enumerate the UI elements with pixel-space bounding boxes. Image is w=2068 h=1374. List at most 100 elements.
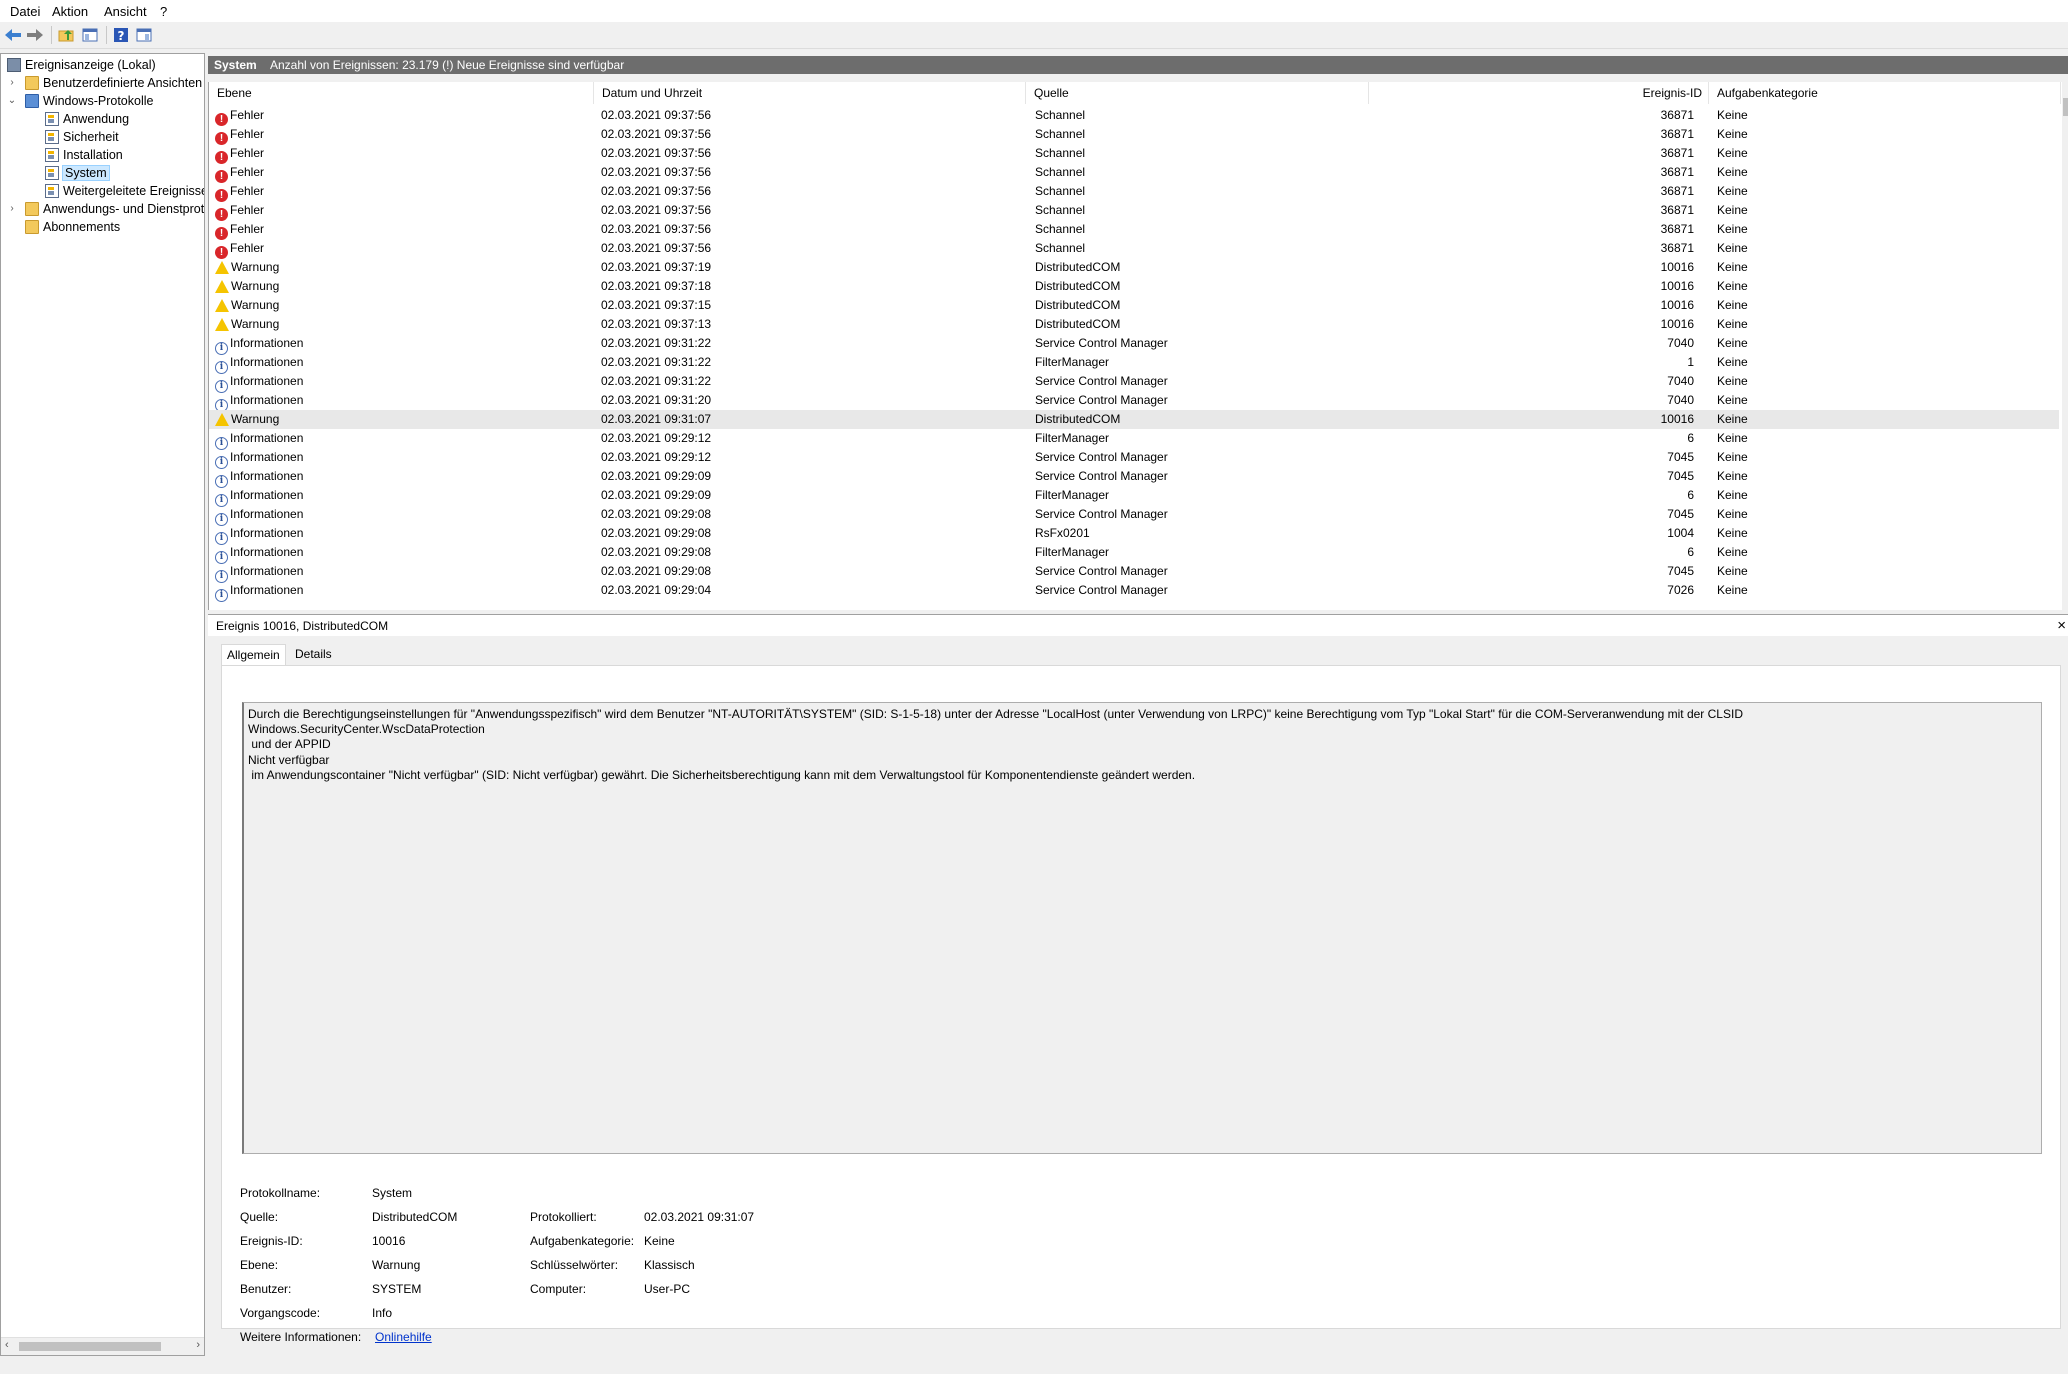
menu-datei[interactable]: Datei [10,4,40,19]
cell-level: i Informationen [215,486,303,507]
value-opcode: Info [372,1306,393,1320]
table-row[interactable]: i Informationen 02.03.2021 09:31:22 FilterM… [209,353,2059,374]
scroll-left-icon[interactable]: ‹ [5,1339,9,1351]
cell-source: DistributedCOM [1035,298,1121,312]
cell-level: ! Fehler [215,182,264,202]
scrollbar-thumb[interactable] [19,1342,161,1351]
forward-arrow-icon[interactable] [25,26,45,44]
cell-category: Keine [1717,564,1748,578]
table-row[interactable]: ! Fehler 02.03.2021 09:37:56 Schannel 36871 K… [209,182,2059,202]
tree-item-custom-views[interactable]: Benutzerdefinierte Ansichten [25,74,202,92]
cell-source: Service Control Manager [1035,450,1168,464]
cell-source: Schannel [1035,241,1086,255]
tree-item-root[interactable]: Ereignisanzeige (Lokal) [7,56,156,74]
level-text: Informationen [230,507,304,521]
cell-source: Service Control Manager [1035,507,1168,521]
value-event-id: 10016 [372,1234,406,1248]
column-header-level[interactable]: Ebene [209,82,594,104]
table-row[interactable]: Warnung 02.03.2021 09:31:07 DistributedCOM… [209,410,2059,429]
expand-icon[interactable]: › [7,74,17,92]
cell-datetime: 02.03.2021 09:29:12 [601,450,712,464]
column-header-source[interactable]: Quelle [1026,82,1369,104]
cell-category: Keine [1717,412,1748,426]
cell-category: Keine [1717,127,1748,141]
scrollbar-thumb[interactable] [2063,98,2068,116]
table-row[interactable]: ! Fehler 02.03.2021 09:37:56 Schannel 36871 K… [209,239,2059,259]
tree-horizontal-scrollbar[interactable]: ‹ › [1,1337,204,1355]
back-arrow-icon[interactable] [3,26,23,44]
level-text: Fehler [230,108,265,122]
table-row[interactable]: ! Fehler 02.03.2021 09:37:56 Schannel 36871 K… [209,201,2059,221]
tree-item-subscriptions[interactable]: Abonnements [25,218,120,236]
table-row[interactable]: ! Fehler 02.03.2021 09:37:56 Schannel 36871 K… [209,125,2059,145]
column-header-event-id[interactable]: Ereignis-ID [1369,82,1709,104]
help-icon[interactable]: ? [111,26,131,44]
menu-ansicht[interactable]: Ansicht [104,4,147,19]
tree-item-app-service-logs[interactable]: Anwendungs- und Dienstprot [25,200,204,218]
table-row[interactable]: i Informationen 02.03.2021 09:29:12 Service… [209,448,2059,469]
cell-datetime: 02.03.2021 09:37:56 [601,165,712,179]
table-row[interactable]: ! Fehler 02.03.2021 09:37:56 Schannel 36871 K… [209,220,2059,240]
tree-item-application[interactable]: Anwendung [45,110,129,128]
level-text: Warnung [231,279,280,293]
list-vertical-scrollbar[interactable] [2062,82,2068,610]
cell-source: FilterManager [1035,431,1110,445]
event-list: Ebene Datum und Uhrzeit Quelle Ereignis-… [208,82,2068,610]
cell-level: ! Fehler [215,144,264,164]
table-row[interactable]: i Informationen 02.03.2021 09:29:08 RsFx020… [209,524,2059,545]
table-row[interactable]: Warnung 02.03.2021 09:37:15 DistributedCOM… [209,296,2059,315]
tree-item-setup[interactable]: Installation [45,146,123,164]
windows-logs-icon [25,94,39,108]
tree-item-security[interactable]: Sicherheit [45,128,119,146]
log-icon [45,148,59,162]
folder-up-icon[interactable] [56,26,76,44]
table-row[interactable]: i Informationen 02.03.2021 09:29:09 FilterM… [209,486,2059,507]
tree-item-windows-logs[interactable]: Windows-Protokolle [25,92,153,110]
scroll-right-icon[interactable]: › [196,1339,200,1351]
cell-level: Warnung [215,258,279,277]
menu-help[interactable]: ? [160,4,167,19]
action-pane-icon[interactable] [134,26,154,44]
cell-level: Warnung [215,296,279,315]
column-header-datetime[interactable]: Datum und Uhrzeit [594,82,1026,104]
level-text: Informationen [230,431,304,445]
table-row[interactable]: i Informationen 02.03.2021 09:29:08 FilterM… [209,543,2059,564]
tree-item-label: Weitergeleitete Ereignisse [63,184,205,198]
table-row[interactable]: i Informationen 02.03.2021 09:31:22 Service… [209,334,2059,355]
table-row[interactable]: i Informationen 02.03.2021 09:29:08 Service… [209,505,2059,526]
level-text: Informationen [230,469,304,483]
menu-aktion[interactable]: Aktion [52,4,88,19]
tab-details[interactable]: Details [290,644,337,664]
tree-item-forwarded[interactable]: Weitergeleitete Ereignisse [45,182,205,200]
tab-general[interactable]: Allgemein [221,644,286,665]
show-hide-tree-icon[interactable] [80,26,100,44]
log-icon [45,130,59,144]
table-row[interactable]: i Informationen 02.03.2021 09:31:22 Service… [209,372,2059,393]
tree-item-system[interactable]: System [45,164,110,182]
table-row[interactable]: Warnung 02.03.2021 09:37:19 DistributedCOM… [209,258,2059,277]
table-row[interactable]: ! Fehler 02.03.2021 09:37:56 Schannel 36871 K… [209,144,2059,164]
table-row[interactable]: Warnung 02.03.2021 09:37:13 DistributedCOM… [209,315,2059,334]
table-row[interactable]: i Informationen 02.03.2021 09:29:09 Service… [209,467,2059,488]
table-row[interactable]: i Informationen 02.03.2021 09:29:12 FilterM… [209,429,2059,450]
tree-item-label: Anwendungs- und Dienstprot [43,202,205,216]
table-row[interactable]: ! Fehler 02.03.2021 09:37:56 Schannel 36871 K… [209,163,2059,183]
expand-icon[interactable]: › [7,200,17,218]
close-icon[interactable]: × [2057,615,2066,637]
tree-item-label: Sicherheit [63,130,119,144]
collapse-icon[interactable]: ⌄ [7,92,17,110]
cell-event-id: 6 [1687,488,1694,502]
table-row[interactable]: ! Fehler 02.03.2021 09:37:56 Schannel 36871 K… [209,106,2059,126]
cell-event-id: 10016 [1660,412,1694,426]
cell-category: Keine [1717,545,1748,559]
cell-category: Keine [1717,298,1748,312]
table-row[interactable]: i Informationen 02.03.2021 09:29:04 Service… [209,581,2059,602]
column-header-category[interactable]: Aufgabenkategorie [1709,82,2061,104]
cell-category: Keine [1717,108,1748,122]
table-row[interactable]: Warnung 02.03.2021 09:37:18 DistributedCOM… [209,277,2059,296]
cell-datetime: 02.03.2021 09:31:07 [601,412,712,426]
online-help-link[interactable]: Onlinehilfe [375,1330,432,1344]
table-row[interactable]: i Informationen 02.03.2021 09:31:20 Service… [209,391,2059,412]
cell-datetime: 02.03.2021 09:37:56 [601,241,712,255]
table-row[interactable]: i Informationen 02.03.2021 09:29:08 Service… [209,562,2059,583]
